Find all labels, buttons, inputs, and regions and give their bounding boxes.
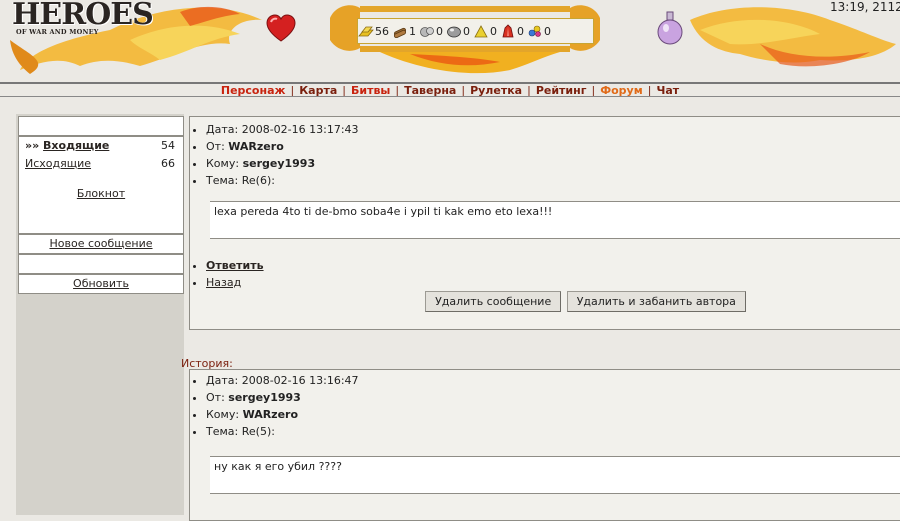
resource-gems: 0 [527, 24, 553, 38]
history-date: 2008-02-16 13:16:47 [241, 374, 359, 387]
history-meta-date: Дата: 2008-02-16 13:16:47 [206, 372, 900, 389]
current-message-panel: Дата: 2008-02-16 13:17:43 От: WARzero Ко… [189, 116, 900, 330]
sulfur-value: 0 [490, 24, 497, 38]
meta-date: Дата: 2008-02-16 13:17:43 [206, 121, 900, 138]
ore-value: 0 [436, 24, 443, 38]
delete-message-button[interactable]: Удалить сообщение [425, 291, 562, 312]
message-body: lexa pereda 4to ti de-bmo soba4e i ypil … [210, 201, 900, 239]
resource-crystal: 0 [500, 24, 526, 38]
mana-potion-icon[interactable] [655, 10, 685, 46]
notepad-link[interactable]: Блокнот [77, 187, 125, 200]
history-subject: Re(5): [241, 425, 275, 438]
message-subject: Re(6): [241, 174, 275, 187]
wood-value: 1 [409, 24, 416, 38]
action-back: Назад [206, 274, 900, 291]
new-message-box: Новое сообщение [18, 234, 184, 254]
inbox-link[interactable]: Входящие [43, 139, 109, 152]
wood-icon [393, 27, 407, 38]
sulfur-icon [474, 25, 488, 38]
resource-sulfur: 0 [473, 24, 499, 38]
mail-sidebar: »» Входящие 54 Исходящие 66 Блокнот Ново… [16, 114, 185, 515]
message-actions: Ответить Назад [190, 257, 900, 291]
logo[interactable]: HEROES OF WAR AND MONEY [12, 0, 154, 40]
heart-icon[interactable] [266, 14, 296, 44]
crystal-value: 0 [517, 24, 524, 38]
mail-folders: »» Входящие 54 Исходящие 66 Блокнот [18, 136, 184, 234]
resource-bar: 56 1 0 0 0 0 0 [357, 18, 594, 44]
sidebar-item-outbox[interactable]: Исходящие 66 [19, 155, 183, 173]
reply-link[interactable]: Ответить [206, 259, 264, 272]
history-meta-to: Кому: WARzero [206, 406, 900, 423]
history-message-body: ну как я его убил ???? [210, 456, 900, 494]
nav-divider [0, 96, 900, 97]
history-message-panel: Дата: 2008-02-16 13:16:47 От: sergey1993… [189, 369, 900, 521]
message-meta: Дата: 2008-02-16 13:17:43 От: WARzero Ко… [190, 117, 900, 189]
action-reply: Ответить [206, 257, 900, 274]
message-buttons: Удалить сообщение Удалить и забанить авт… [190, 291, 900, 312]
mercury-value: 0 [463, 24, 470, 38]
meta-subject: Тема: Re(6): [206, 172, 900, 189]
gems-icon [528, 25, 541, 37]
message-sender[interactable]: WARzero [228, 140, 283, 153]
logo-title: HEROES [12, 0, 154, 32]
history-meta-from: От: sergey1993 [206, 389, 900, 406]
sidebar-item-notepad[interactable]: Блокнот [19, 185, 183, 203]
meta-to: Кому: sergey1993 [206, 155, 900, 172]
gems-value: 0 [544, 24, 551, 38]
meta-from: От: WARzero [206, 138, 900, 155]
back-link[interactable]: Назад [206, 276, 241, 289]
mercury-icon [447, 26, 461, 38]
history-meta-subject: Тема: Re(5): [206, 423, 900, 440]
history-meta: Дата: 2008-02-16 13:16:47 От: sergey1993… [190, 370, 900, 440]
resource-ore: 0 [419, 24, 445, 38]
history-recipient[interactable]: WARzero [243, 408, 298, 421]
sidebar-item-inbox[interactable]: »» Входящие 54 [19, 137, 183, 155]
sidebar-blank-middle [18, 254, 184, 274]
refresh-box: Обновить [18, 274, 184, 294]
history-sender[interactable]: sergey1993 [228, 391, 301, 404]
ore-icon [420, 27, 434, 37]
outbox-count: 66 [161, 157, 175, 170]
message-recipient[interactable]: sergey1993 [243, 157, 316, 170]
gold-value: 56 [375, 24, 389, 38]
inbox-marker: »» [25, 139, 44, 152]
resource-mercury: 0 [446, 24, 472, 38]
sidebar-blank-top [18, 116, 184, 136]
outbox-link[interactable]: Исходящие [25, 157, 91, 170]
sidebar-item-refresh[interactable]: Обновить [19, 275, 183, 293]
refresh-link[interactable]: Обновить [73, 277, 129, 290]
resource-gold: 56 [358, 24, 391, 38]
crystal-icon [502, 24, 514, 38]
inbox-count: 54 [161, 139, 175, 152]
message-view: Дата: 2008-02-16 13:17:43 От: WARzero Ко… [181, 114, 900, 521]
new-message-link[interactable]: Новое сообщение [49, 237, 152, 250]
message-date: 2008-02-16 13:17:43 [241, 123, 359, 136]
header: HEROES OF WAR AND MONEY 56 1 0 0 0 0 0 1… [0, 0, 900, 82]
gold-icon [358, 26, 374, 37]
server-clock: 13:19, 2112 [830, 0, 900, 14]
delete-and-ban-button[interactable]: Удалить и забанить автора [566, 291, 746, 312]
resource-wood: 1 [392, 24, 418, 38]
sidebar-item-new-message[interactable]: Новое сообщение [19, 235, 183, 253]
